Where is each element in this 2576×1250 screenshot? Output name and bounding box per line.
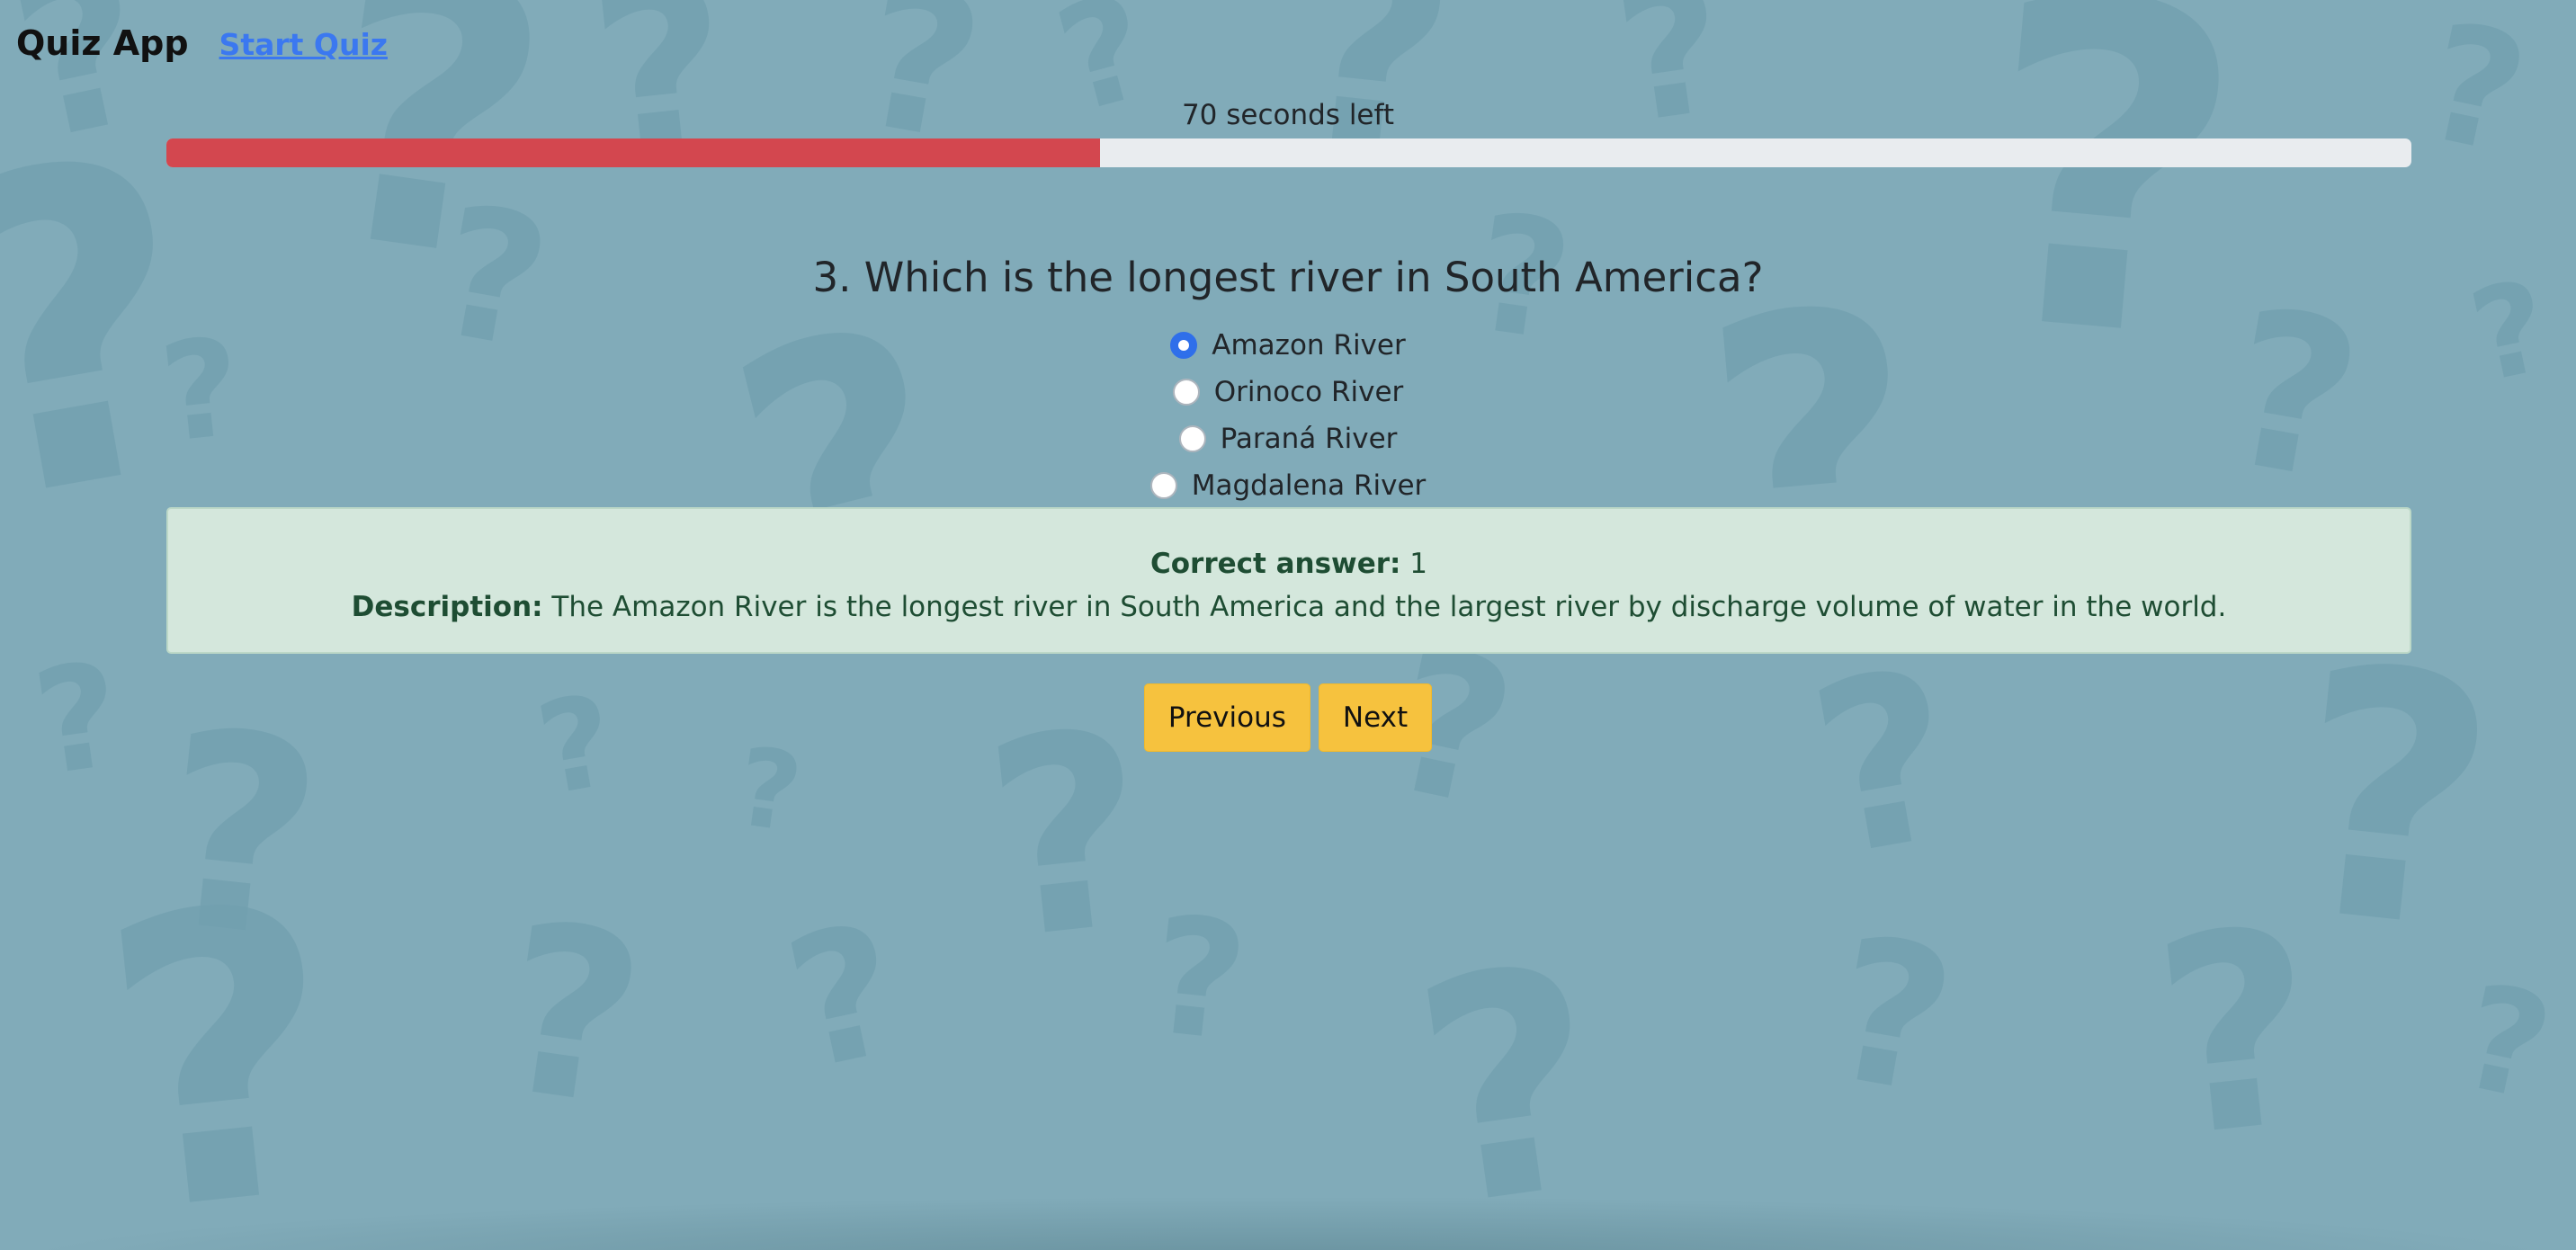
answer-label-4: Magdalena River	[1191, 469, 1427, 502]
answer-option-3[interactable]: Paraná River	[0, 415, 2576, 462]
next-button[interactable]: Next	[1318, 683, 1433, 752]
answer-radio-2[interactable]	[1172, 379, 1200, 406]
answer-label-2: Orinoco River	[1213, 376, 1404, 408]
correct-answer-label: Correct answer:	[1149, 548, 1401, 580]
answer-radio-4[interactable]	[1149, 472, 1177, 499]
bottom-shade	[0, 1196, 2576, 1250]
answer-label-3: Paraná River	[1220, 423, 1398, 455]
navigation-buttons: Previous Next	[0, 683, 2576, 752]
description-text: The Amazon River is the longest river in…	[551, 591, 2227, 623]
answer-option-1[interactable]: Amazon River	[0, 322, 2576, 369]
description-label: Description:	[351, 591, 543, 623]
navbar: Quiz App Start Quiz	[16, 23, 388, 63]
start-quiz-link[interactable]: Start Quiz	[219, 27, 388, 62]
timer-progress-fill	[166, 138, 1101, 167]
timer-text: 70 seconds left	[1181, 99, 1395, 131]
answer-option-4[interactable]: Magdalena River	[0, 462, 2576, 509]
previous-button[interactable]: Previous	[1143, 683, 1310, 752]
correct-answer-value: 1	[1409, 548, 1428, 580]
app-brand: Quiz App	[16, 23, 189, 63]
answer-radio-1[interactable]	[1170, 332, 1198, 359]
timer-progress-bar	[166, 138, 2411, 167]
correct-answer-line: Correct answer: 1	[168, 542, 2410, 585]
answer-options: Amazon River Orinoco River Paraná River …	[0, 322, 2576, 509]
question-text: 3. Which is the longest river in South A…	[812, 254, 1764, 301]
answer-option-2[interactable]: Orinoco River	[0, 369, 2576, 415]
answer-feedback-alert: Correct answer: 1 Description: The Amazo…	[166, 507, 2411, 654]
answer-label-1: Amazon River	[1212, 329, 1406, 362]
description-line: Description: The Amazon River is the lon…	[168, 585, 2410, 629]
answer-radio-3[interactable]	[1178, 425, 1206, 452]
